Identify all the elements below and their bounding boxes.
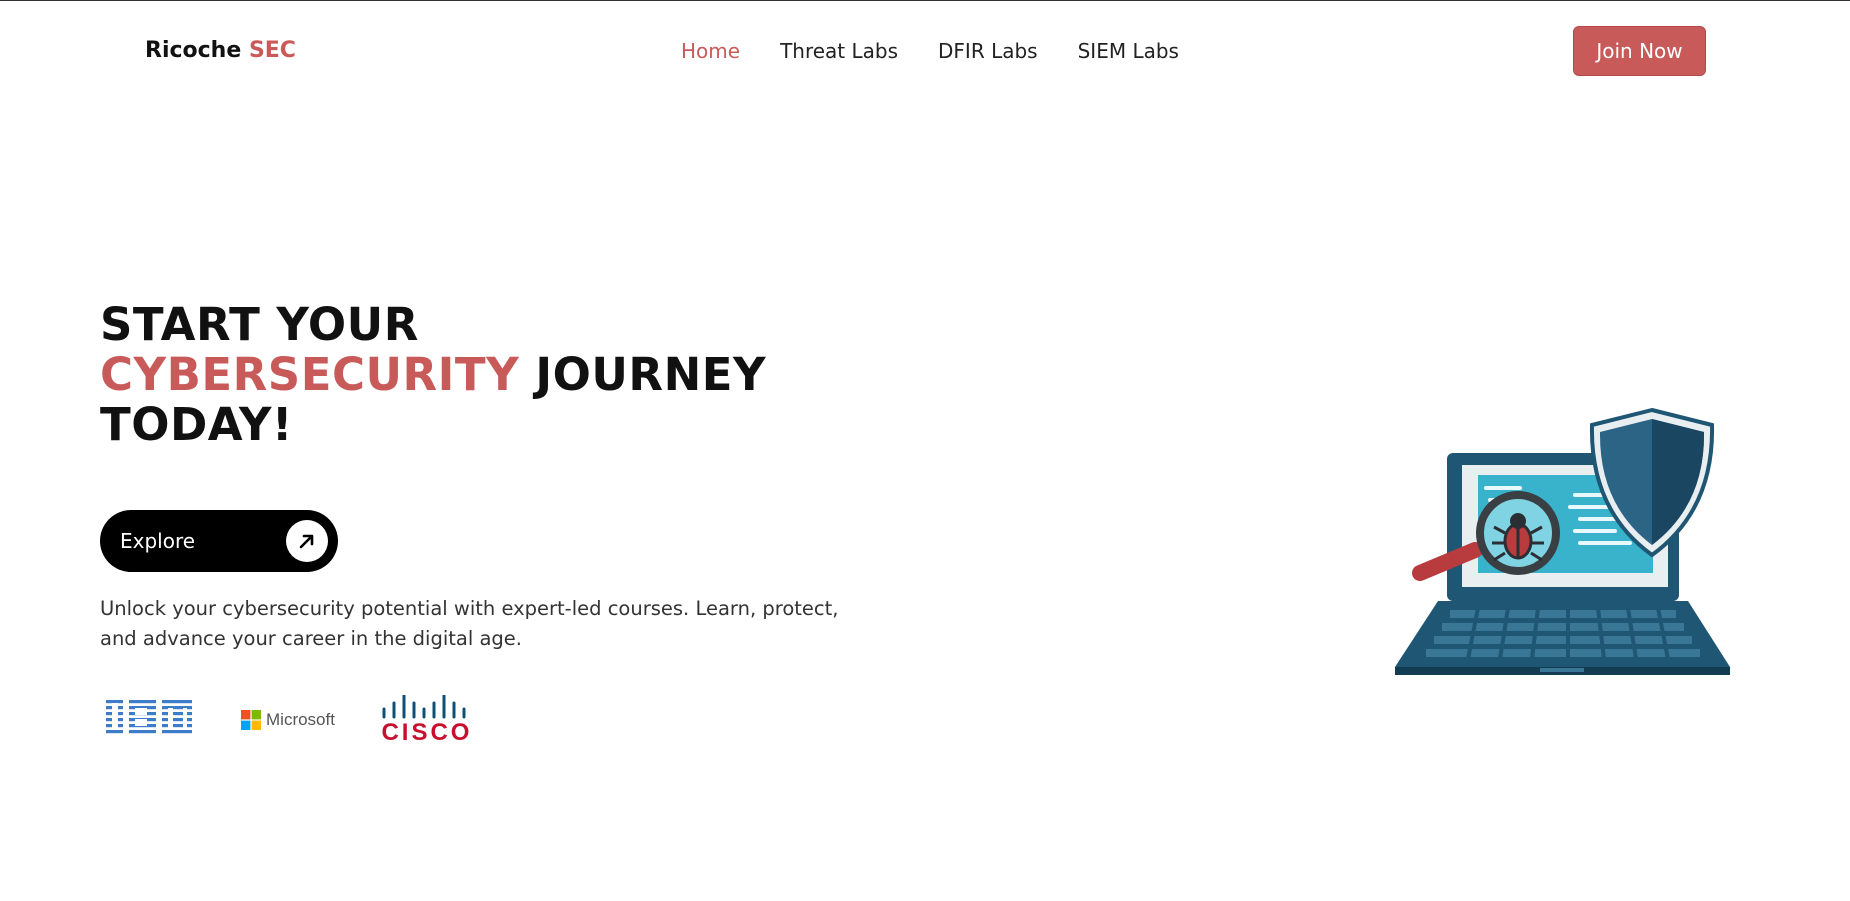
explore-button[interactable]: Explore <box>100 510 338 572</box>
brand-name-accent: SEC <box>248 38 296 63</box>
hero-title-accent: CYBERSECURITY <box>100 348 520 401</box>
microsoft-logo-text: Microsoft <box>266 710 335 729</box>
brand-name-main: Ricoche <box>145 38 242 63</box>
hero-title-line1: START YOUR <box>100 298 419 351</box>
arrow-up-right-icon <box>286 520 328 562</box>
ibm-logo <box>103 698 195 742</box>
nav-item-siem-labs[interactable]: SIEM Labs <box>1078 39 1179 63</box>
brand-logo[interactable]: Ricoche SEC <box>145 38 296 63</box>
cisco-logo: cisco <box>381 695 473 745</box>
partner-logos: Microsoft cisco <box>103 695 473 745</box>
hero-description: Unlock your cybersecurity potential with… <box>100 597 839 650</box>
hero-title: START YOUR CYBERSECURITY JOURNEY TODAY! <box>100 300 766 450</box>
microsoft-logo: Microsoft <box>241 710 335 730</box>
window-top-border <box>0 0 1850 1</box>
main-nav: Home Threat Labs DFIR Labs SIEM Labs <box>681 39 1179 63</box>
cisco-logo-text: cisco <box>381 719 473 746</box>
hero-title-line3: TODAY! <box>100 398 293 451</box>
nav-item-dfir-labs[interactable]: DFIR Labs <box>938 39 1038 63</box>
explore-button-label: Explore <box>120 529 196 553</box>
hero-title-journey: JOURNEY <box>535 348 767 401</box>
join-now-button[interactable]: Join Now <box>1573 26 1706 76</box>
security-laptop-illustration <box>1390 405 1740 679</box>
nav-item-home[interactable]: Home <box>681 39 740 63</box>
nav-item-threat-labs[interactable]: Threat Labs <box>780 39 898 63</box>
